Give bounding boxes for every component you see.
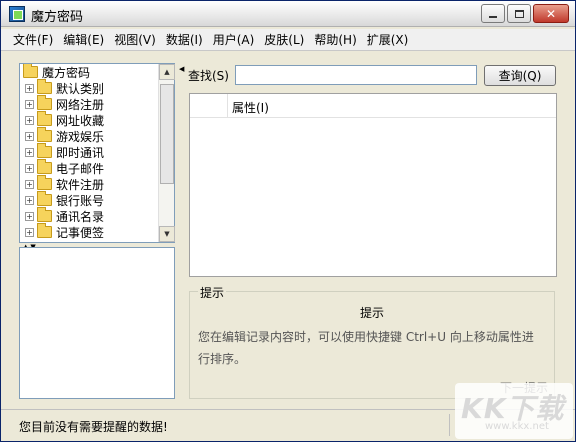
tree-item-label: 软件注册 xyxy=(56,177,105,192)
expand-icon[interactable]: + xyxy=(25,179,34,189)
minimize-icon xyxy=(489,15,497,18)
folder-icon xyxy=(37,127,52,142)
watermark: KK下载 www.kkx.net xyxy=(455,383,573,439)
hint-text: 您在编辑记录内容时，可以使用快捷键 Ctrl+U 向上移动属性进行排序。 xyxy=(198,330,534,366)
folder-icon xyxy=(37,207,52,222)
expand-icon[interactable]: + xyxy=(25,147,34,157)
folder-open-icon xyxy=(23,64,38,78)
expand-icon[interactable]: + xyxy=(25,163,34,173)
splitter-arrow-icon[interactable]: ◀ xyxy=(179,65,184,73)
window-controls: ✕ xyxy=(481,4,569,23)
tree-root[interactable]: 魔方密码 xyxy=(20,64,158,80)
folder-icon xyxy=(37,95,52,110)
tree-item-network[interactable]: + 网络注册 xyxy=(20,95,158,112)
expand-icon[interactable]: + xyxy=(25,211,34,221)
folder-icon xyxy=(37,79,52,94)
app-icon xyxy=(9,6,25,22)
column-header-blank[interactable] xyxy=(190,94,228,117)
expand-icon[interactable]: + xyxy=(25,227,34,237)
tree-item-label: 即时通讯 xyxy=(56,145,105,160)
tree-item-label: 通讯名录 xyxy=(56,209,105,224)
close-button[interactable]: ✕ xyxy=(533,4,569,23)
status-message: 您目前没有需要提醒的数据! xyxy=(19,420,168,434)
tree-item-email[interactable]: + 电子邮件 xyxy=(20,159,158,176)
tree-item-im[interactable]: + 即时通讯 xyxy=(20,143,158,160)
menu-bar: 文件(F) 编辑(E) 视图(V) 数据(I) 用户(A) 皮肤(L) 帮助(H… xyxy=(1,29,575,51)
tree-item-software[interactable]: + 软件注册 xyxy=(20,175,158,192)
folder-icon xyxy=(37,191,52,206)
tree-item-label: 网址收藏 xyxy=(56,113,105,128)
detail-panel xyxy=(19,247,175,399)
tree-item-games[interactable]: + 游戏娱乐 xyxy=(20,127,158,144)
watermark-url: www.kkx.net xyxy=(485,421,549,432)
search-input[interactable] xyxy=(235,65,477,85)
tree-item-notes[interactable]: + 记事便签 xyxy=(20,223,158,240)
expand-icon[interactable]: + xyxy=(25,115,34,125)
hint-legend: 提示 xyxy=(198,284,227,301)
tree-item-label: 记事便签 xyxy=(56,225,105,240)
folder-icon xyxy=(37,159,52,174)
tree-item-bank[interactable]: + 银行账号 xyxy=(20,191,158,208)
minimize-button[interactable] xyxy=(481,4,505,23)
search-label: 查找(S) xyxy=(188,69,229,83)
menu-help[interactable]: 帮助(H) xyxy=(310,30,360,49)
tree-item-label: 电子邮件 xyxy=(56,161,105,176)
menu-user[interactable]: 用户(A) xyxy=(209,30,259,49)
table-header: 属性(I) xyxy=(190,94,556,118)
menu-file[interactable]: 文件(F) xyxy=(9,30,57,49)
tree-list: 魔方密码 + 默认类别 + 网络注册 + 网址收藏 + 游戏娱乐 + 即时通讯 … xyxy=(20,64,158,242)
category-tree[interactable]: 魔方密码 + 默认类别 + 网络注册 + 网址收藏 + 游戏娱乐 + 即时通讯 … xyxy=(19,63,175,243)
tree-scrollbar[interactable]: ▲ ▼ xyxy=(158,64,175,242)
folder-icon xyxy=(37,143,52,158)
folder-icon xyxy=(37,111,52,126)
window-title: 魔方密码 xyxy=(31,10,84,25)
folder-icon xyxy=(37,175,52,190)
query-button[interactable]: 查询(Q) xyxy=(484,65,556,86)
menu-data[interactable]: 数据(I) xyxy=(162,30,207,49)
folder-icon xyxy=(37,223,52,238)
maximize-button[interactable] xyxy=(507,4,531,23)
expand-icon[interactable]: + xyxy=(25,83,34,93)
tree-item-default[interactable]: + 默认类别 xyxy=(20,79,158,96)
expand-icon[interactable]: + xyxy=(25,99,34,109)
tree-item-label: 银行账号 xyxy=(56,193,105,208)
expand-icon[interactable]: + xyxy=(25,195,34,205)
records-table[interactable]: 属性(I) xyxy=(189,93,557,277)
menu-skin[interactable]: 皮肤(L) xyxy=(260,30,308,49)
close-icon: ✕ xyxy=(545,6,557,21)
menu-extension[interactable]: 扩展(X) xyxy=(363,30,413,49)
scroll-up-icon[interactable]: ▲ xyxy=(159,64,175,80)
hint-title: 提示 xyxy=(359,306,384,320)
title-bar[interactable]: 魔方密码 ✕ xyxy=(1,1,575,27)
tree-root-label: 魔方密码 xyxy=(42,65,91,80)
tree-item-label: 默认类别 xyxy=(56,81,105,96)
app-window: 魔方密码 ✕ 文件(F) 编辑(E) 视图(V) 数据(I) 用户(A) 皮肤(… xyxy=(0,0,576,442)
column-header-attribute[interactable]: 属性(I) xyxy=(228,94,269,117)
menu-view[interactable]: 视图(V) xyxy=(110,30,160,49)
scroll-down-icon[interactable]: ▼ xyxy=(159,226,175,242)
tree-item-bookmarks[interactable]: + 网址收藏 xyxy=(20,111,158,128)
maximize-icon xyxy=(514,9,524,18)
scroll-thumb[interactable] xyxy=(160,84,174,184)
tree-item-label: 游戏娱乐 xyxy=(56,129,105,144)
expand-icon[interactable]: + xyxy=(25,131,34,141)
tree-item-contacts[interactable]: + 通讯名录 xyxy=(20,207,158,224)
menu-edit[interactable]: 编辑(E) xyxy=(59,30,108,49)
tree-item-label: 网络注册 xyxy=(56,97,105,112)
status-separator xyxy=(449,414,450,436)
